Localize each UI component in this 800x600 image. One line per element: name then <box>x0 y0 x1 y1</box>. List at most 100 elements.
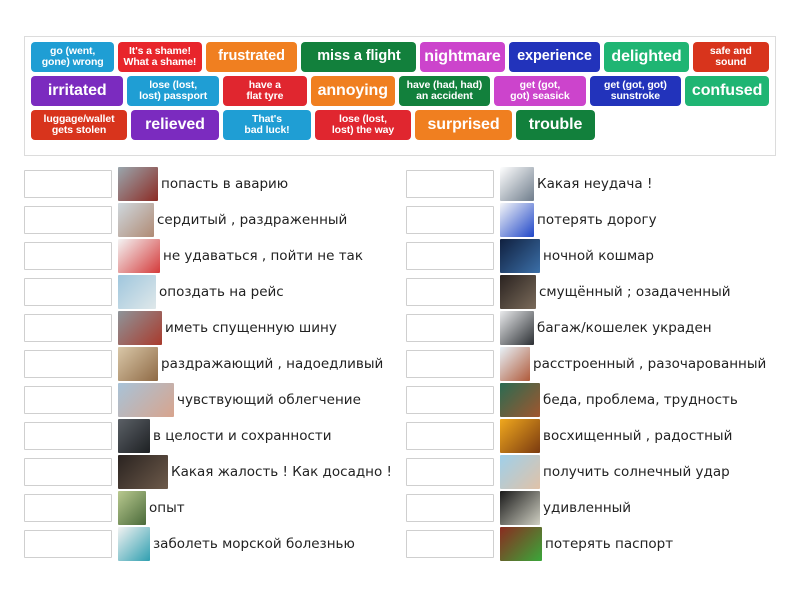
question-translation-text: чувствующий облегчение <box>177 392 361 408</box>
nightmare-photo <box>500 239 540 273</box>
word-tile[interactable]: confused <box>685 76 770 106</box>
answer-drop-box[interactable] <box>24 494 112 522</box>
answer-drop-box[interactable] <box>24 386 112 414</box>
question-row: восхищенный , радостный <box>406 418 782 454</box>
question-translation-text: ночной кошмар <box>543 248 655 264</box>
word-tile[interactable]: get (got, got) seasick <box>494 76 586 106</box>
word-tile[interactable]: experience <box>508 42 601 72</box>
answer-drop-box[interactable] <box>24 170 112 198</box>
left-question-column: попасть в аварию сердитый , раздраженный н… <box>24 166 400 562</box>
question-translation-text: иметь спущенную шину <box>165 320 337 336</box>
answer-drop-box[interactable] <box>406 494 494 522</box>
word-tile[interactable]: relieved <box>131 110 219 140</box>
answer-drop-box[interactable] <box>406 314 494 342</box>
word-tile[interactable]: have a flat tyre <box>222 76 307 106</box>
answer-drop-box[interactable] <box>406 422 494 450</box>
question-row: иметь спущенную шину <box>24 310 400 346</box>
answer-drop-box[interactable] <box>406 278 494 306</box>
trouble-student-photo <box>500 383 540 417</box>
question-row: заболеть морской болезнью <box>24 526 400 562</box>
answer-drop-box[interactable] <box>406 242 494 270</box>
upset-girl-photo <box>500 347 530 381</box>
question-row: потерять дорогу <box>406 202 782 238</box>
question-translation-text: Какая жалость ! Как досадно ! <box>171 464 392 480</box>
word-tile[interactable]: miss a flight <box>301 42 417 72</box>
word-tile[interactable]: safe and sound <box>692 42 770 72</box>
question-translation-text: опыт <box>149 500 185 516</box>
question-translation-text: заболеть морской болезнью <box>153 536 355 552</box>
word-tile[interactable]: surprised <box>415 110 512 140</box>
answer-drop-box[interactable] <box>24 242 112 270</box>
word-tile[interactable]: irritated <box>31 76 124 106</box>
missed-flight-photo <box>118 275 156 309</box>
answer-drop-box[interactable] <box>24 278 112 306</box>
lost-way-photo <box>500 203 534 237</box>
word-tile[interactable]: That's bad luck! <box>223 110 311 140</box>
safe-box-photo <box>118 419 150 453</box>
word-bank: go (went, gone) wrong It's a shame! What … <box>24 36 776 156</box>
question-row: не удаваться , пойти не так <box>24 238 400 274</box>
question-row: удивленный <box>406 490 782 526</box>
question-translation-text: восхищенный , радостный <box>543 428 733 444</box>
question-translation-text: расстроенный , разочарованный <box>533 356 767 372</box>
child-climbing-photo <box>118 491 146 525</box>
question-translation-text: удивленный <box>543 500 632 516</box>
question-translation-text: в целости и сохранности <box>153 428 332 444</box>
question-row: опыт <box>24 490 400 526</box>
surprised-cat-photo <box>500 491 540 525</box>
flat-tyre-photo <box>118 311 162 345</box>
word-tile[interactable]: lose (lost, lost) passport <box>127 76 219 106</box>
question-row: багаж/кошелек украден <box>406 310 782 346</box>
lost-passport-photo <box>500 527 542 561</box>
delighted-photo <box>500 419 540 453</box>
answer-drop-box[interactable] <box>406 170 494 198</box>
bad-luck-photo <box>500 167 534 201</box>
word-tile[interactable]: go (went, gone) wrong <box>31 42 115 72</box>
question-row: попасть в аварию <box>24 166 400 202</box>
question-translation-text: потерять паспорт <box>545 536 674 552</box>
question-row: раздражающий , надоедливый <box>24 346 400 382</box>
word-tile[interactable]: It's a shame! What a shame! <box>118 42 202 72</box>
answer-drop-box[interactable] <box>24 422 112 450</box>
question-row: чувствующий облегчение <box>24 382 400 418</box>
word-tile[interactable]: get (got, got) sunstroke <box>589 76 682 106</box>
answer-drop-box[interactable] <box>24 350 112 378</box>
question-translation-text: опоздать на рейс <box>159 284 284 300</box>
answer-drop-box[interactable] <box>24 458 112 486</box>
word-bank-row: luggage/wallet gets stolen relieved That's… <box>31 110 769 140</box>
car-crash-photo <box>118 167 158 201</box>
answer-drop-box[interactable] <box>24 206 112 234</box>
question-row: Какая жалость ! Как досадно ! <box>24 454 400 490</box>
question-translation-text: багаж/кошелек украден <box>537 320 712 336</box>
stolen-wallet-photo <box>500 311 534 345</box>
word-tile[interactable]: nightmare <box>420 42 505 72</box>
answer-drop-box[interactable] <box>406 458 494 486</box>
answer-drop-box[interactable] <box>406 350 494 378</box>
answer-drop-box[interactable] <box>406 530 494 558</box>
word-tile[interactable]: trouble <box>516 110 595 140</box>
answer-drop-box[interactable] <box>24 530 112 558</box>
word-tile[interactable]: frustrated <box>205 42 298 72</box>
question-translation-text: смущённый ; озадаченный <box>539 284 731 300</box>
question-row: смущённый ; озадаченный <box>406 274 782 310</box>
sad-man-photo <box>118 455 168 489</box>
question-translation-text: не удаваться , пойти не так <box>163 248 363 264</box>
question-row: получить солнечный удар <box>406 454 782 490</box>
answer-drop-box[interactable] <box>406 386 494 414</box>
question-row: беда, проблема, трудность <box>406 382 782 418</box>
seasick-photo <box>118 527 150 561</box>
right-question-column: Какая неудача ! потерять дорогу ночной кош… <box>406 166 782 562</box>
relieved-man-photo <box>118 383 174 417</box>
word-tile[interactable]: annoying <box>310 76 395 106</box>
answer-drop-box[interactable] <box>406 206 494 234</box>
word-bank-row: go (went, gone) wrong It's a shame! What … <box>31 42 770 72</box>
question-row: в целости и сохранности <box>24 418 400 454</box>
answer-drop-box[interactable] <box>24 314 112 342</box>
word-tile[interactable]: have (had, had) an accident <box>398 76 491 106</box>
question-translation-text: сердитый , раздраженный <box>157 212 348 228</box>
word-tile[interactable]: delighted <box>604 42 689 72</box>
question-translation-text: раздражающий , надоедливый <box>161 356 384 372</box>
word-tile[interactable]: luggage/wallet gets stolen <box>31 110 127 140</box>
word-tile[interactable]: lose (lost, lost) the way <box>315 110 411 140</box>
question-translation-text: беда, проблема, трудность <box>543 392 738 408</box>
